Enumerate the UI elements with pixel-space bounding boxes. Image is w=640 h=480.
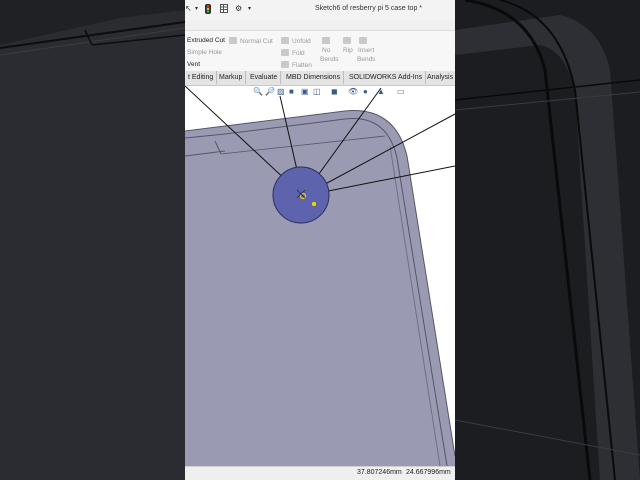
zoom-to-fit-icon[interactable]: 🔍 [253,87,263,97]
view-orientation-icon[interactable]: ◫ [313,87,321,97]
no-bends-label-line2[interactable]: Bends [320,56,338,64]
normal-cut-icon [229,37,237,44]
section-view-icon[interactable]: ■ [289,87,294,97]
previous-view-icon[interactable]: ▨ [277,87,285,97]
unfold-icon [281,37,289,44]
table-icon[interactable] [220,4,228,16]
normal-cut-button[interactable]: Normal Cut [229,37,273,46]
flatten-button[interactable]: Flatten [281,61,312,70]
tab-mbd-dimensions[interactable]: MBD Dimensions [283,71,345,84]
rip-button[interactable]: Rip [343,47,353,55]
view-settings-icon[interactable]: ▭ [397,87,405,97]
rip-icon [343,37,355,45]
insert-bends-label-line2[interactable]: Bends [357,56,375,64]
scene-icon[interactable]: ▲ [377,87,385,97]
select-cursor-icon[interactable]: ↖ [185,4,192,14]
tab-markup[interactable]: Markup [216,71,247,84]
traffic-light-icon[interactable] [205,4,211,17]
display-style-icon[interactable]: ◼ [331,87,338,97]
command-manager-tabs: t Editing Markup Evaluate MBD Dimensions… [185,71,455,86]
no-bends-icon [322,37,334,45]
chevron-down-icon[interactable]: ▾ [248,4,251,14]
flatten-icon [281,61,289,68]
zoom-area-icon[interactable]: 🔎 [265,87,275,97]
appearance-icon[interactable]: ● [363,87,368,97]
chevron-down-icon[interactable]: ▾ [195,4,198,14]
status-bar: 37.807246mm 24.667996mm [185,466,455,480]
graphics-area[interactable]: 🔍 🔎 ▨ ■ ▣ ◫ ◼ 👁 ● ▲ ▭ [185,86,455,466]
simple-hole-button[interactable]: Simple Hole [187,49,222,57]
dynamic-annotation-icon[interactable]: ▣ [301,87,309,97]
features-ribbon: Extruded Cut Normal Cut Simple Hole Vent… [185,30,455,71]
x-coordinate: 37.807246mm [357,469,402,476]
y-coordinate: 24.667996mm [406,469,451,476]
solidworks-window: ↖ ▾ ⚙ ▾ Sketch6 of resberry pi 5 case to… [185,0,455,480]
endpoint-marker[interactable] [311,201,317,207]
tab-analysis[interactable]: Analysis [424,71,455,84]
tab-solidworks-add-ins[interactable]: SOLIDWORKS Add-Ins [346,71,427,84]
part-model[interactable] [185,86,455,466]
window-title: Sketch6 of resberry pi 5 case top * [315,5,422,12]
extruded-cut-button[interactable]: Extruded Cut [187,37,225,45]
title-bar: ↖ ▾ ⚙ ▾ Sketch6 of resberry pi 5 case to… [185,0,455,20]
vent-button[interactable]: Vent [187,61,200,69]
tab-sketch-editing[interactable]: t Editing [185,71,218,84]
fold-button[interactable]: Fold [281,49,305,58]
tab-evaluate[interactable]: Evaluate [247,71,282,84]
unfold-button[interactable]: Unfold [281,37,311,46]
fold-icon [281,49,289,56]
insert-bends-label-line1[interactable]: Insert [358,47,374,55]
insert-bends-icon [359,37,371,45]
no-bends-label-line1[interactable]: No [322,47,330,55]
hide-show-icon[interactable]: 👁 [348,87,358,97]
gear-icon[interactable]: ⚙ [235,4,242,14]
